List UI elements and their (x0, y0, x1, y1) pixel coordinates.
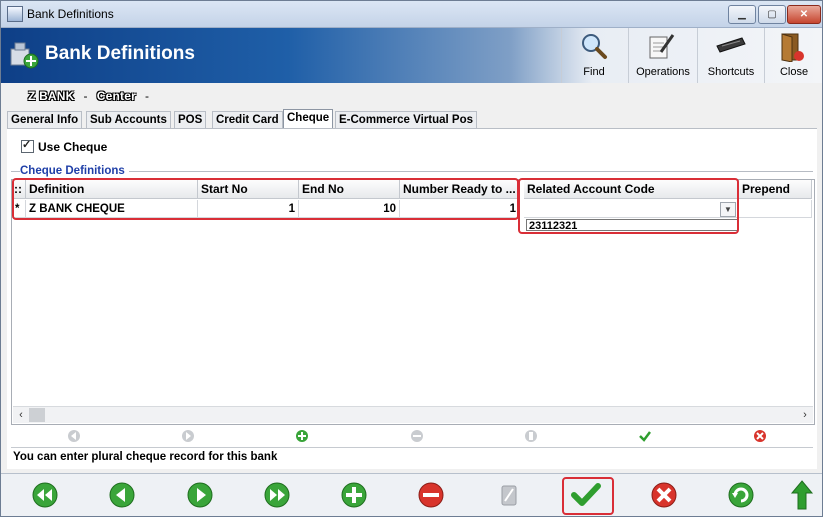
operations-button[interactable]: Operations (628, 28, 697, 83)
add-icon (341, 482, 367, 508)
minimize-button[interactable]: ▁ (728, 5, 756, 24)
tab-general-info[interactable]: General Info (7, 111, 83, 129)
tab-pos[interactable]: POS (174, 111, 207, 129)
grid-navigator (11, 427, 813, 445)
first-icon (32, 482, 58, 508)
cancel-button[interactable] (648, 479, 680, 511)
header-band: Bank Definitions Find Operations Shortcu… (1, 28, 822, 83)
close-icon: ✕ (799, 9, 809, 20)
highlight-columns (12, 178, 519, 220)
bank-definitions-window: Bank Definitions ▁ ▢ ✕ Bank Definitions … (0, 0, 823, 517)
cheque-definitions-label: Cheque Definitions (20, 165, 129, 177)
tab-ecommerce-virtual-pos[interactable]: E-Commerce Virtual Pos (335, 111, 478, 129)
first-record-icon[interactable] (67, 429, 81, 443)
window-title: Bank Definitions (27, 7, 114, 21)
delete-icon (418, 482, 444, 508)
edit-record-icon[interactable] (524, 429, 538, 443)
last-icon (264, 482, 290, 508)
bank-name: Z BANK (28, 89, 75, 103)
branch-name: Center (96, 89, 136, 103)
delete-record-icon[interactable] (410, 429, 424, 443)
previous-record-icon[interactable] (181, 429, 195, 443)
magnifier-icon (582, 34, 607, 59)
door-exit-icon (781, 33, 804, 62)
document-pen-icon (649, 34, 675, 59)
scroll-right-icon[interactable]: › (797, 407, 813, 423)
add-button[interactable] (338, 479, 370, 511)
highlight-save (562, 477, 614, 515)
info-text: You can enter plural cheque record for t… (11, 447, 813, 465)
title-bar: Bank Definitions ▁ ▢ ✕ (1, 1, 822, 28)
keyboard-icon (716, 37, 746, 53)
close-label: Close (779, 66, 809, 78)
confirm-icon[interactable] (638, 429, 652, 443)
tab-credit-card[interactable]: Credit Card (212, 111, 283, 129)
maximize-button[interactable]: ▢ (758, 5, 786, 24)
next-button[interactable] (184, 479, 216, 511)
previous-icon (109, 482, 135, 508)
up-button[interactable] (786, 479, 818, 511)
group-divider (11, 171, 813, 172)
cell-prepend[interactable] (739, 200, 812, 218)
bottom-toolbar (1, 473, 822, 516)
find-label: Find (583, 66, 605, 78)
close-toolbar-button[interactable]: Close (764, 28, 822, 83)
breadcrumb-trailing: - (144, 89, 150, 103)
bank-icon (10, 42, 39, 69)
checkbox-box[interactable] (21, 138, 34, 153)
up-arrow-icon (790, 480, 814, 510)
previous-button[interactable] (106, 479, 138, 511)
first-button[interactable] (29, 479, 61, 511)
app-icon (7, 6, 23, 22)
shortcuts-button[interactable]: Shortcuts (697, 28, 764, 83)
use-cheque-label: Use Cheque (38, 140, 108, 154)
maximize-icon: ▢ (767, 9, 777, 20)
refresh-button[interactable] (725, 479, 757, 511)
highlight-account-code (518, 178, 739, 234)
shortcuts-label: Shortcuts (707, 66, 755, 78)
cancel-icon (651, 482, 677, 508)
tab-sub-accounts[interactable]: Sub Accounts (86, 111, 171, 129)
breadcrumb: Z BANK - Center - (28, 89, 158, 103)
add-record-icon[interactable] (295, 429, 309, 443)
operations-label: Operations (636, 66, 690, 78)
last-button[interactable] (261, 479, 293, 511)
delete-button[interactable] (415, 479, 447, 511)
scroll-thumb[interactable] (29, 408, 45, 422)
minimize-icon: ▁ (738, 9, 746, 20)
edit-button[interactable] (493, 479, 525, 511)
tab-cheque[interactable]: Cheque (283, 109, 334, 129)
edit-icon (501, 485, 517, 506)
scroll-left-icon[interactable]: ‹ (13, 407, 29, 423)
cancel-icon[interactable] (753, 429, 767, 443)
use-cheque-checkbox[interactable]: Use Cheque (21, 138, 108, 154)
close-window-button[interactable]: ✕ (787, 5, 821, 24)
col-prepend[interactable]: Prepend (739, 180, 812, 199)
find-button[interactable]: Find (561, 28, 626, 83)
horizontal-scrollbar[interactable]: ‹ › (13, 406, 813, 423)
refresh-icon (728, 482, 754, 508)
breadcrumb-separator: - (83, 89, 88, 103)
cheque-tab-panel: Use Cheque Cheque Definitions :: Definit… (7, 128, 817, 469)
page-title: Bank Definitions (45, 43, 195, 64)
next-icon (187, 482, 213, 508)
